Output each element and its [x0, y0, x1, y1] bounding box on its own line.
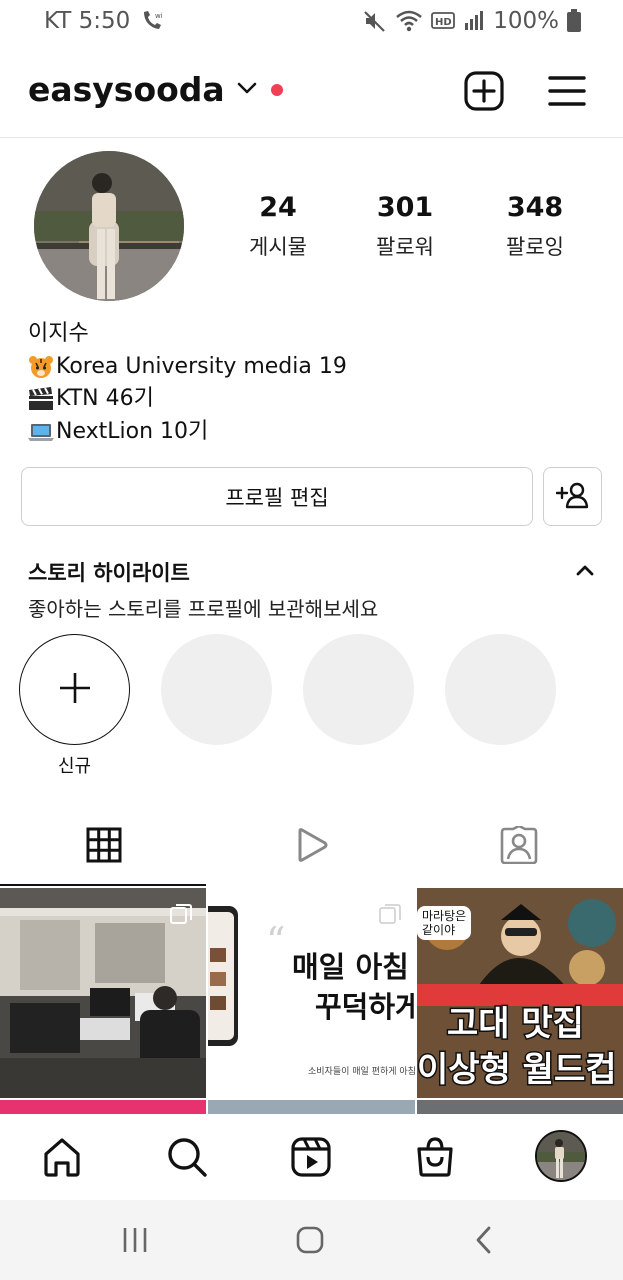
worldcup-title-2: 이상형 월드컵 — [417, 1049, 618, 1092]
stat-posts[interactable]: 24 게시물 — [218, 192, 338, 261]
status-bar: KT 5:50 wi HD 100% — [0, 0, 623, 44]
edit-profile-button[interactable]: 프로필 편집 — [21, 467, 533, 526]
shop-icon[interactable] — [410, 1132, 460, 1182]
discover-people-button[interactable] — [543, 467, 602, 526]
bio-text-1: Korea University media 19 — [56, 353, 347, 379]
bio-text-2: KTN 46기 — [56, 386, 154, 411]
highlight-placeholder — [303, 634, 414, 745]
carousel-icon — [170, 904, 192, 926]
profile-bio: 이지수 Korea University media 19 KTN 46기 Ne… — [28, 318, 347, 448]
post-thumbnail-article[interactable]: “ 매일 아침 꾸덕하게 소비자들이 매일 편하게 아침을 챙길 수 — [208, 888, 415, 1098]
hd-icon: HD — [431, 10, 456, 32]
post-thumbnail-row2[interactable] — [417, 1100, 623, 1114]
profile-avatar[interactable] — [34, 151, 184, 301]
reels-icon — [295, 827, 329, 867]
signal-icon — [463, 10, 485, 32]
bubble-line-1: 마라탕은 — [422, 909, 467, 923]
bubble-text: 마라탕은 같이야 — [417, 906, 472, 940]
highlights-subtitle: 좋아하는 스토리를 프로필에 보관해보세요 — [28, 597, 379, 621]
post-thumbnail-row2[interactable] — [0, 1100, 206, 1114]
add-person-icon — [555, 481, 590, 513]
home-icon[interactable] — [37, 1132, 87, 1182]
article-headline-1: 매일 아침 — [292, 950, 409, 984]
battery-text: 100% — [493, 8, 559, 34]
laptop-emoji — [28, 420, 54, 444]
status-left: KT 5:50 wi — [44, 8, 166, 34]
bio-line-1: Korea University media 19 — [28, 351, 347, 384]
svg-text:“: “ — [266, 919, 285, 963]
tab-reels[interactable] — [208, 808, 415, 886]
following-label: 팔로잉 — [506, 235, 564, 259]
back-icon[interactable] — [464, 1220, 504, 1260]
bio-line-2: KTN 46기 — [28, 383, 347, 416]
highlight-placeholder — [445, 634, 556, 745]
new-highlight-button[interactable] — [19, 634, 130, 745]
username[interactable]: easysooda — [28, 70, 225, 109]
mute-icon — [363, 9, 387, 33]
bio-text-3: NextLion 10기 — [56, 418, 209, 444]
plus-icon — [57, 670, 93, 710]
notification-dot — [270, 83, 283, 96]
tagged-icon — [499, 824, 539, 868]
worldcup-title-1: 고대 맛집 — [446, 1003, 586, 1046]
post-thumbnail-row2[interactable] — [208, 1100, 415, 1114]
recent-apps-icon[interactable] — [115, 1220, 155, 1260]
new-highlight-label: 신규 — [57, 756, 92, 777]
bottom-navigation — [0, 1114, 623, 1200]
tiger-emoji — [28, 355, 54, 379]
article-caption: 소비자들이 매일 편하게 아침을 챙길 수 — [308, 1067, 415, 1077]
system-navigation — [0, 1200, 623, 1280]
battery-icon — [567, 9, 581, 33]
stat-following[interactable]: 348 팔로잉 — [475, 192, 595, 261]
svg-text:HD: HD — [435, 17, 452, 28]
clapper-emoji — [28, 387, 54, 411]
new-post-icon[interactable] — [463, 70, 505, 112]
post-thumbnail-food-worldcup[interactable]: 마라탕은 같이야 고대 맛집 이상형 월드컵 — [417, 888, 623, 1098]
bio-line-3: NextLion 10기 — [28, 416, 347, 449]
status-right: HD 100% — [363, 8, 581, 34]
tab-grid[interactable] — [0, 808, 207, 886]
carrier-time: KT 5:50 — [44, 8, 131, 34]
highlight-placeholder — [161, 634, 272, 745]
bubble-line-2: 같이야 — [422, 923, 456, 937]
profile-name: 이지수 — [28, 321, 89, 346]
chevron-down-icon[interactable] — [237, 80, 257, 99]
reels-icon[interactable] — [286, 1132, 336, 1182]
profile-avatar[interactable] — [535, 1130, 587, 1182]
chevron-up-icon[interactable] — [574, 562, 596, 581]
app-header: easysooda — [0, 44, 623, 138]
carousel-icon — [379, 904, 401, 926]
svg-text:wi: wi — [155, 12, 163, 20]
stat-followers[interactable]: 301 팔로워 — [345, 192, 465, 261]
tab-tagged[interactable] — [415, 808, 622, 886]
search-icon[interactable] — [162, 1132, 212, 1182]
active-tab-indicator — [0, 884, 206, 886]
home-button-icon[interactable] — [290, 1220, 330, 1260]
posts-label: 게시물 — [249, 235, 307, 259]
followers-label: 팔로워 — [376, 235, 434, 259]
highlights-title: 스토리 하이라이트 — [28, 561, 190, 585]
followers-count: 301 — [376, 192, 434, 223]
account-switcher[interactable]: easysooda — [28, 70, 283, 109]
posts-count: 24 — [259, 192, 297, 223]
wifi-icon — [395, 9, 423, 33]
grid-icon — [86, 827, 122, 867]
article-headline-2: 꾸덕하게 — [315, 990, 415, 1024]
menu-icon[interactable] — [546, 70, 588, 112]
following-count: 348 — [506, 192, 564, 223]
wifi-call-icon: wi — [140, 9, 166, 33]
post-thumbnail-office[interactable] — [0, 888, 206, 1098]
